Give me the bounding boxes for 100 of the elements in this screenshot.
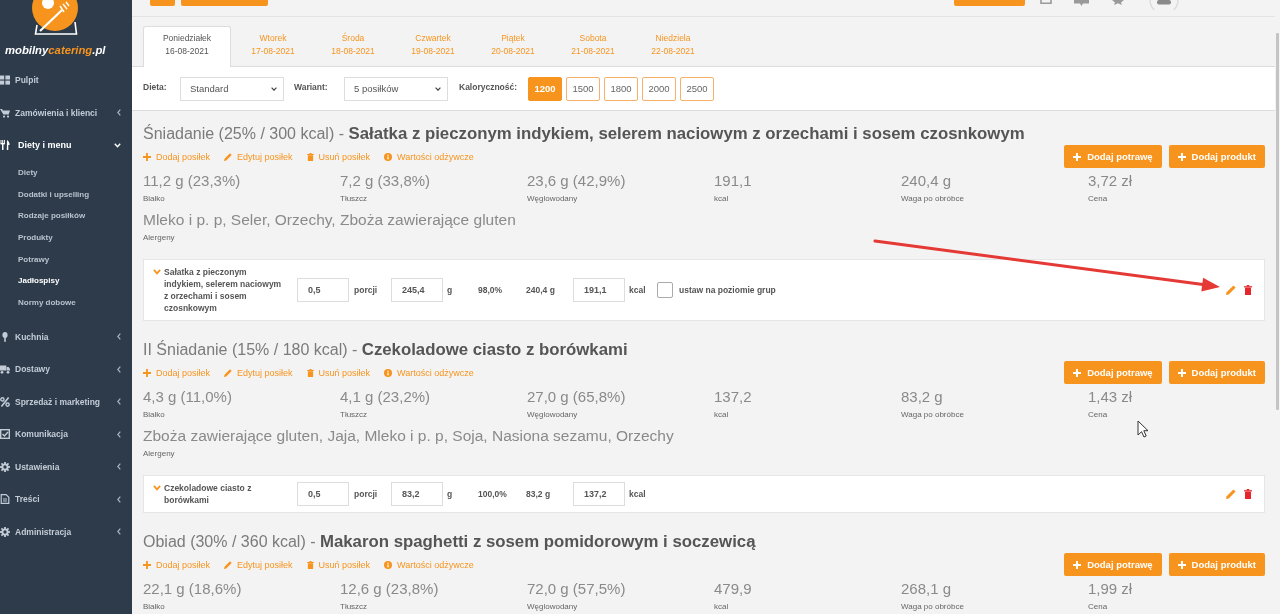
pencil-icon (224, 560, 233, 569)
stat-label: Cena (1088, 193, 1108, 205)
stat-label: Białko (143, 601, 165, 613)
stat-label: Węglowodany (527, 193, 578, 205)
scrollbar[interactable] (1276, 33, 1279, 410)
weight-after-value: 83,2 g (526, 489, 552, 499)
sidebar-subitem[interactable]: Rodzaje posiłków (0, 204, 132, 227)
sidebar-item[interactable]: Ustawienia (0, 450, 132, 483)
sidebar-item[interactable]: Zamówienia i klienci (0, 96, 132, 129)
checkbox[interactable] (657, 282, 673, 298)
allergens-value: Zboża zawierające gluten, Jaja, Mleko i p. p, Soja, Nasiona sezamu, Orzechy (143, 426, 674, 446)
stat-label: Węglowodany (527, 409, 578, 421)
kcal-input[interactable]: 137,2 (573, 482, 625, 506)
chevron-down-icon[interactable] (153, 269, 161, 275)
stat-value: 1,43 zł (1088, 387, 1133, 407)
sidebar-item[interactable]: Dostawy (0, 352, 132, 386)
sidebar-subitem[interactable]: Produkty (0, 226, 132, 249)
stat-label: Cena (1088, 601, 1108, 613)
trash-icon (306, 368, 314, 377)
chat-icon[interactable] (1074, 0, 1089, 6)
trash-icon[interactable] (1244, 489, 1252, 499)
sidebar-item[interactable]: Kuchnia (0, 320, 132, 353)
stat-label: Tłuszcz (340, 193, 368, 205)
avatar[interactable] (1149, 0, 1179, 10)
stat-value: 3,72 zł (1088, 171, 1133, 191)
caret-icon (271, 86, 277, 91)
stat-value: 4,3 g (11,0%) (143, 387, 232, 407)
sidebar-subitem[interactable]: Normy dobowe (0, 291, 132, 314)
stat-value: 7,2 g (33,8%) (340, 171, 431, 191)
info-icon (384, 152, 393, 161)
sidebar-item[interactable]: Treści (0, 482, 132, 516)
stat-value: 137,2 (714, 387, 752, 407)
caret-icon (435, 86, 441, 91)
stat-value: 240,4 g (901, 171, 952, 191)
star-icon[interactable] (1112, 0, 1124, 5)
trash-icon (306, 152, 314, 161)
yield-value: 100,0% (478, 489, 508, 499)
sidebar-item[interactable]: Sprzedaż i marketing (0, 385, 132, 418)
sidebar-item[interactable]: Administracja (0, 515, 132, 548)
sidebar-item[interactable]: Diety i menu (0, 129, 132, 162)
weight-input[interactable]: 245,4 (391, 278, 443, 302)
calorie-option[interactable]: 1500 (566, 76, 600, 101)
truck-icon (0, 364, 10, 375)
sidebar-subitem[interactable]: Potrawy (0, 248, 132, 270)
allergens-label: Alergeny (143, 448, 175, 460)
day-tab[interactable]: Poniedziałek 16-08-2021 (143, 26, 231, 67)
sidebar-item[interactable]: Komunikacja (0, 417, 132, 451)
stat-label: kcal (714, 601, 729, 613)
calorie-option[interactable]: 1800 (604, 76, 638, 101)
allergens-value: Mleko i p. p, Seler, Orzechy, Zboża zawierające gluten (143, 210, 516, 230)
info-icon (384, 368, 393, 377)
calorie-option[interactable]: 2000 (642, 76, 676, 101)
stat-label: Tłuszcz (340, 601, 368, 613)
unit-label: porcji (354, 285, 379, 295)
calorie-option[interactable]: 2500 (680, 76, 714, 101)
stat-label: kcal (714, 409, 729, 421)
spoon-icon (0, 331, 10, 342)
pencil-icon (224, 152, 233, 161)
trash-icon (306, 560, 314, 569)
diet-select[interactable]: Standard (180, 76, 284, 101)
unit-label: kcal (629, 285, 647, 295)
plus-icon (143, 560, 151, 569)
box-icon[interactable] (1040, 0, 1052, 4)
plus-icon (143, 368, 151, 377)
pencil-icon[interactable] (1226, 285, 1236, 295)
sidebar-item[interactable]: Pulpit (0, 64, 132, 97)
unit-label: porcji (354, 489, 379, 499)
trash-icon[interactable] (1244, 285, 1252, 295)
weight-input[interactable]: 83,2 (391, 482, 443, 506)
plus-icon (1177, 368, 1186, 377)
chevron-down-icon[interactable] (153, 485, 161, 491)
stat-value: 1,99 zł (1088, 579, 1133, 599)
grid-icon (0, 75, 10, 86)
stat-label: kcal (714, 193, 729, 205)
stat-value: 23,6 g (42,9%) (527, 171, 626, 191)
plus-icon (1073, 152, 1082, 161)
filter-label: Wariant: (294, 81, 329, 92)
unit-label: kcal (629, 489, 647, 499)
stat-label: Waga po obróbce (901, 409, 964, 421)
sidebar-subitem[interactable]: Jadłospisy (0, 269, 132, 292)
sidebar-subitem[interactable]: Diety (0, 161, 132, 184)
portion-input[interactable]: 0,5 (297, 482, 349, 506)
cursor-icon (1137, 420, 1149, 438)
sidebar-subitem[interactable]: Dodatki i upselling (0, 183, 132, 205)
meal-title: Obiad (30% / 360 kcal) - Makaron spaghetti z sosem pomidorowym i soczewicą (143, 532, 756, 552)
stat-label: Tłuszcz (340, 409, 368, 421)
dish-name: Czekoladowe ciasto z borówkami (164, 482, 253, 506)
variant-select[interactable]: 5 posiłków (344, 76, 448, 101)
kcal-input[interactable]: 191,1 (573, 278, 625, 302)
yield-value: 98,0% (478, 285, 504, 295)
settings-icon (0, 526, 10, 537)
unit-label: g (447, 285, 454, 295)
stat-value: 11,2 g (23,3%) (143, 171, 241, 191)
portion-input[interactable]: 0,5 (297, 278, 349, 302)
stat-value: 191,1 (714, 171, 752, 191)
weight-after-value: 240,4 g (526, 285, 556, 295)
stat-value: 12,6 g (23,8%) (340, 579, 439, 599)
plus-icon (1177, 560, 1186, 569)
pencil-icon[interactable] (1226, 489, 1236, 499)
allergens-label: Alergeny (143, 232, 175, 244)
